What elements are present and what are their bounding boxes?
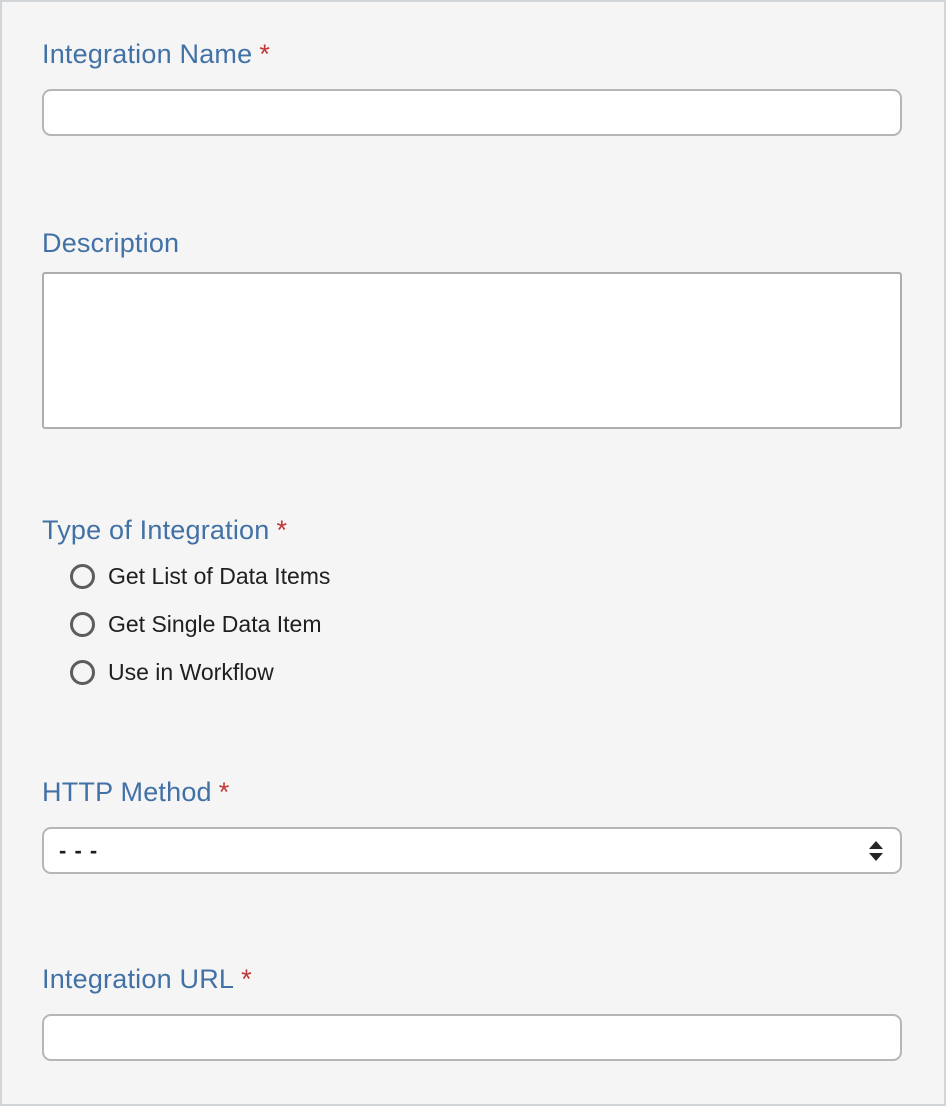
radio-option-get-single-data-item[interactable]: Get Single Data Item: [70, 612, 902, 637]
radio-option-label: Use in Workflow: [108, 660, 274, 685]
arrow-up-icon: [869, 841, 883, 849]
integration-url-input[interactable]: [42, 1014, 902, 1061]
arrow-down-icon: [869, 853, 883, 861]
required-asterisk: *: [241, 964, 252, 994]
radio-option-label: Get List of Data Items: [108, 564, 330, 589]
integration-url-label: Integration URL*: [42, 963, 902, 996]
http-method-label: HTTP Method*: [42, 776, 902, 809]
http-method-select[interactable]: - - -: [42, 827, 902, 874]
description-textarea[interactable]: [42, 272, 902, 429]
radio-option-get-list-of-data-items[interactable]: Get List of Data Items: [70, 564, 902, 589]
http-method-selected-value: - - -: [59, 838, 98, 864]
http-method-field-group: HTTP Method* - - -: [42, 776, 902, 874]
radio-option-use-in-workflow[interactable]: Use in Workflow: [70, 660, 902, 685]
integration-url-field-group: Integration URL*: [42, 963, 902, 1061]
integration-name-input[interactable]: [42, 89, 902, 136]
integration-name-field-group: Integration Name*: [42, 38, 902, 136]
type-of-integration-label-text: Type of Integration: [42, 515, 269, 545]
radio-button-icon[interactable]: [70, 660, 95, 685]
description-label: Description: [42, 227, 902, 260]
radio-option-label: Get Single Data Item: [108, 612, 322, 637]
type-of-integration-radio-group: Get List of Data Items Get Single Data I…: [42, 564, 902, 685]
required-asterisk: *: [259, 39, 270, 69]
radio-button-icon[interactable]: [70, 612, 95, 637]
required-asterisk: *: [276, 515, 287, 545]
select-updown-icon: [869, 841, 883, 861]
integration-form: Integration Name* Description Type of In…: [2, 2, 944, 1061]
type-of-integration-label: Type of Integration*: [42, 514, 902, 547]
integration-url-label-text: Integration URL: [42, 964, 234, 994]
integration-name-label-text: Integration Name: [42, 39, 252, 69]
required-asterisk: *: [219, 777, 230, 807]
description-label-text: Description: [42, 228, 179, 258]
integration-name-label: Integration Name*: [42, 38, 902, 71]
description-field-group: Description: [42, 227, 902, 429]
radio-button-icon[interactable]: [70, 564, 95, 589]
http-method-label-text: HTTP Method: [42, 777, 212, 807]
type-of-integration-field-group: Type of Integration* Get List of Data It…: [42, 514, 902, 685]
